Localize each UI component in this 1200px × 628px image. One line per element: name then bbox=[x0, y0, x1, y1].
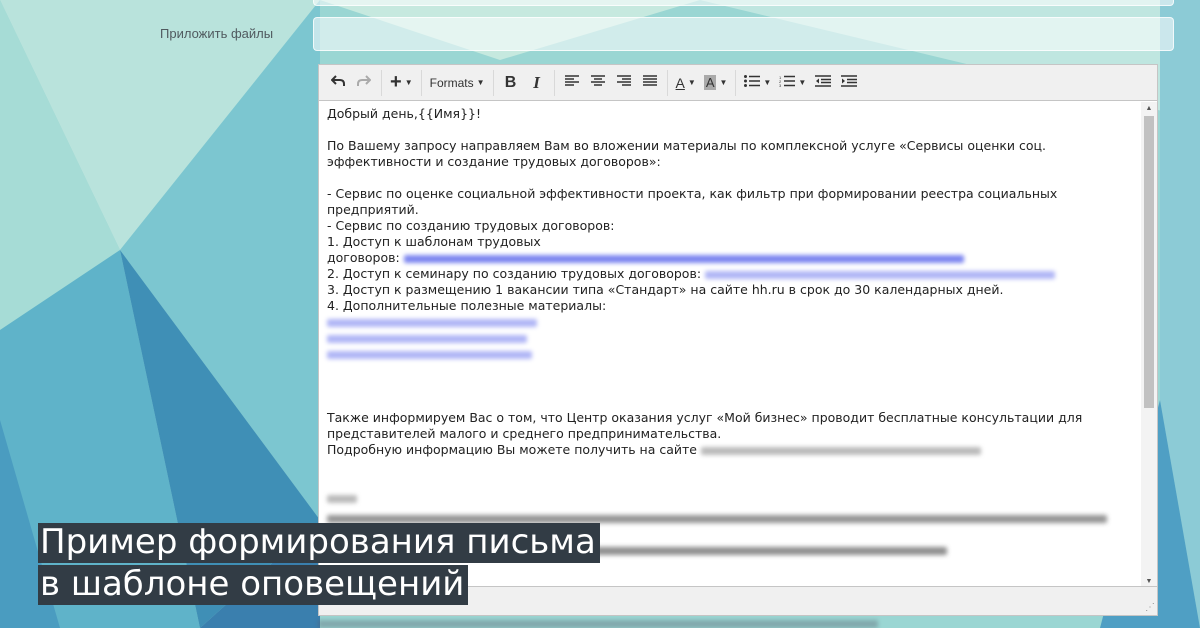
justify-icon bbox=[642, 74, 657, 91]
text-color-icon: A bbox=[675, 74, 685, 91]
subitem-1a: 1. Доступ к шаблонам трудовых bbox=[327, 234, 541, 249]
justify-button[interactable] bbox=[637, 70, 663, 96]
toolbar-separator bbox=[553, 69, 555, 96]
service-item-2: - Сервис по созданию трудовых договоров: bbox=[327, 218, 615, 233]
chevron-down-icon: ▼ bbox=[798, 78, 807, 87]
below-editor-text bbox=[318, 620, 878, 628]
attach-files-label: Приложить файлы bbox=[160, 26, 274, 41]
toolbar-separator bbox=[492, 69, 494, 96]
background-color-icon: A bbox=[703, 75, 717, 90]
bullet-list-button[interactable]: ▼ bbox=[740, 70, 775, 96]
numbered-list-button[interactable]: 123 ▼ bbox=[775, 70, 810, 96]
materials-link[interactable] bbox=[327, 334, 527, 343]
signature-separator bbox=[327, 494, 357, 503]
toolbar-separator bbox=[735, 69, 737, 96]
formats-dropdown[interactable]: Formats ▼ bbox=[426, 70, 489, 96]
previous-field[interactable] bbox=[313, 0, 1174, 6]
chevron-down-icon: ▼ bbox=[763, 78, 772, 87]
resize-handle-icon[interactable]: ⋰ bbox=[1145, 602, 1155, 613]
scroll-up-icon[interactable]: ▲ bbox=[1141, 102, 1157, 114]
toolbar-separator bbox=[420, 69, 422, 96]
caption-line-2: в шаблоне оповещений bbox=[38, 565, 469, 605]
align-left-button[interactable] bbox=[559, 70, 585, 96]
caption-line-1: Пример формирования письма bbox=[38, 523, 600, 563]
website-link[interactable] bbox=[700, 446, 981, 455]
subitem-4: 4. Дополнительные полезные материалы: bbox=[327, 298, 607, 313]
outdent-button[interactable] bbox=[810, 70, 836, 96]
italic-icon: I bbox=[533, 72, 540, 92]
scroll-thumb[interactable] bbox=[1144, 116, 1154, 408]
indent-icon bbox=[841, 74, 858, 91]
toolbar-separator bbox=[666, 69, 668, 96]
editor-content[interactable]: Добрый день,{{Имя}}! По Вашему запросу н… bbox=[319, 102, 1141, 587]
align-center-button[interactable] bbox=[585, 70, 611, 96]
chevron-down-icon: ▼ bbox=[476, 78, 485, 87]
indent-button[interactable] bbox=[836, 70, 862, 96]
align-right-button[interactable] bbox=[611, 70, 637, 96]
materials-link[interactable] bbox=[327, 350, 532, 359]
seminar-link[interactable] bbox=[705, 270, 1056, 279]
subitem-1b: договоров: bbox=[327, 250, 400, 265]
caption-overlay: Пример формирования письма в шаблоне опо… bbox=[38, 523, 600, 607]
chevron-down-icon: ▼ bbox=[687, 78, 696, 87]
outdent-icon bbox=[815, 74, 832, 91]
background-color-button[interactable]: A ▼ bbox=[700, 70, 732, 96]
align-left-icon bbox=[564, 74, 579, 91]
insert-button[interactable]: + ▼ bbox=[386, 70, 417, 96]
subitem-2: 2. Доступ к семинару по созданию трудовы… bbox=[327, 266, 702, 281]
redo-icon bbox=[357, 74, 372, 91]
formats-label: Formats bbox=[429, 75, 474, 90]
plus-icon: + bbox=[390, 71, 402, 93]
chevron-down-icon: ▼ bbox=[404, 78, 413, 87]
undo-button[interactable] bbox=[325, 70, 351, 96]
svg-text:3: 3 bbox=[779, 83, 782, 87]
materials-link[interactable] bbox=[327, 318, 537, 327]
info-site-line: Подробную информацию Вы можете получить … bbox=[327, 442, 697, 457]
bullet-list-icon bbox=[744, 74, 761, 91]
editor-scrollbar[interactable]: ▲ ▼ bbox=[1141, 102, 1157, 587]
templates-link[interactable] bbox=[403, 254, 964, 263]
bold-button[interactable]: B bbox=[498, 70, 524, 96]
text-color-button[interactable]: A ▼ bbox=[672, 70, 700, 96]
italic-button[interactable]: I bbox=[524, 70, 550, 96]
toolbar-separator bbox=[381, 69, 382, 96]
align-center-icon bbox=[590, 74, 605, 91]
undo-icon bbox=[330, 74, 345, 91]
intro-paragraph: По Вашему запросу направляем Вам во влож… bbox=[327, 138, 1047, 169]
editor-toolbar: + ▼ Formats ▼ B I A ▼ A ▼ ▼ 1 2 3 ▼ bbox=[319, 65, 1157, 101]
numbered-list-icon: 123 bbox=[779, 74, 796, 91]
redo-button[interactable] bbox=[351, 70, 377, 96]
bold-icon: B bbox=[504, 73, 517, 91]
subitem-3: 3. Доступ к размещению 1 вакансии типа «… bbox=[327, 282, 1004, 297]
greeting-line: Добрый день,{{Имя}}! bbox=[327, 106, 481, 121]
service-item-1: - Сервис по оценке социальной эффективно… bbox=[327, 186, 1058, 217]
chevron-down-icon: ▼ bbox=[719, 78, 728, 87]
attach-files-dropzone[interactable] bbox=[313, 17, 1174, 51]
info-paragraph: Также информируем Вас о том, что Центр о… bbox=[327, 410, 1083, 441]
align-right-icon bbox=[616, 74, 631, 91]
